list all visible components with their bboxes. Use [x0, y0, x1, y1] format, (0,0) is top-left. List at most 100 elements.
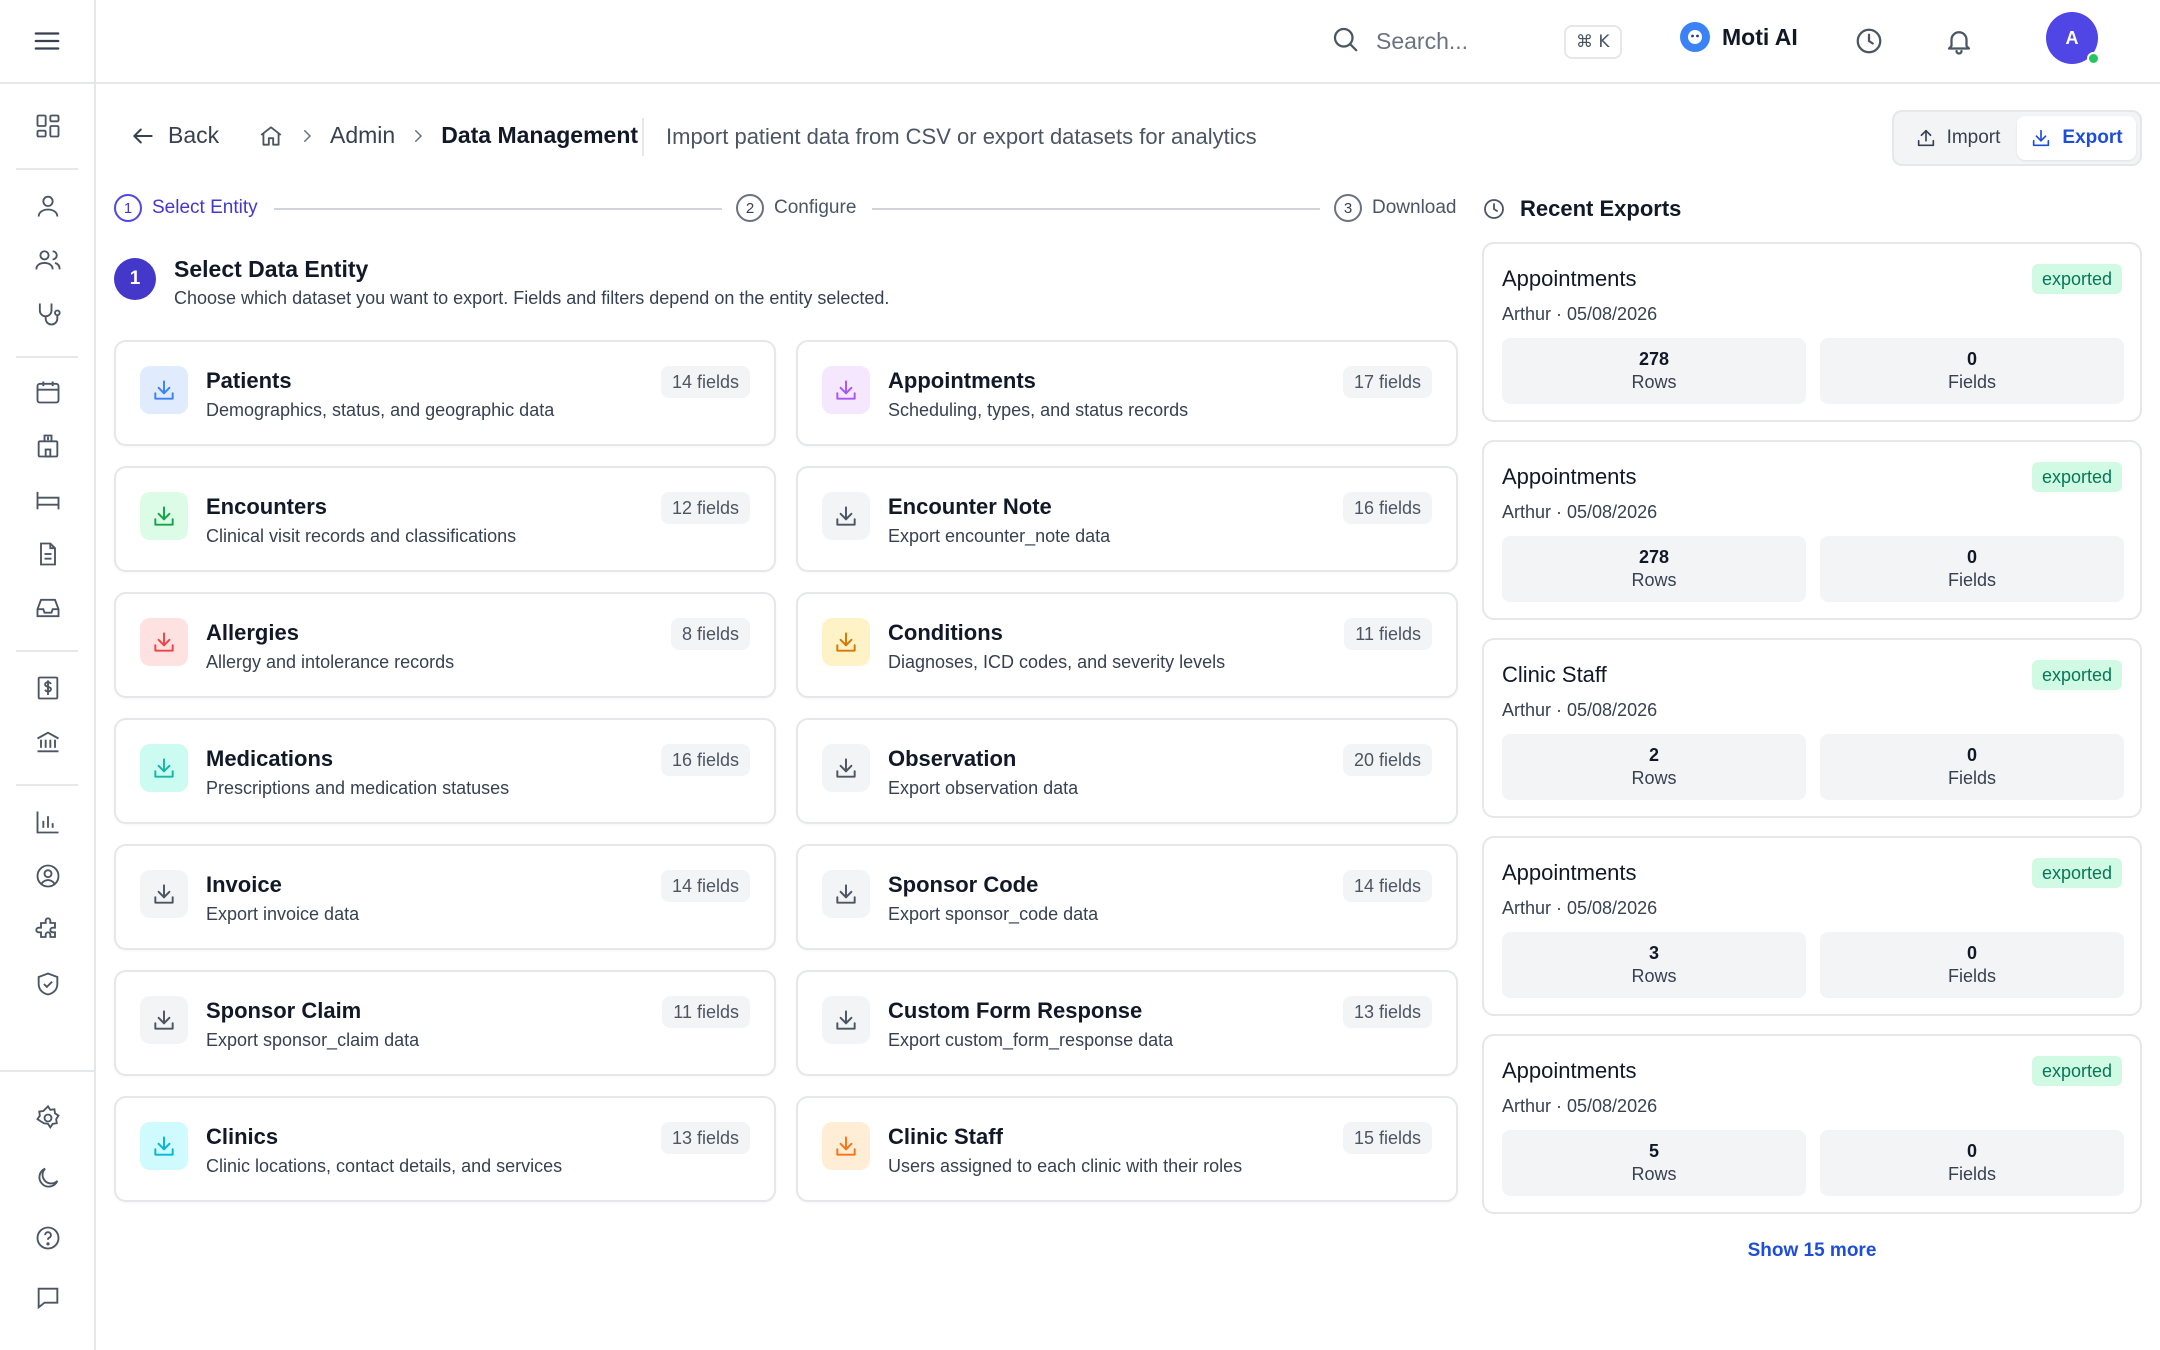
step-download[interactable]: 3 Download [1334, 194, 1457, 222]
recent-export-card[interactable]: Appointments exported Arthur · 05/08/2026 2… [1482, 242, 2142, 422]
assistant-label: Moti AI [1722, 23, 1798, 50]
menu-icon[interactable] [32, 26, 62, 56]
field-count-badge: 11 fields [662, 996, 750, 1028]
entity-description: Allergy and intolerance records [206, 652, 455, 672]
bell-icon[interactable] [1944, 26, 1974, 56]
billing-icon[interactable] [28, 668, 68, 708]
inbox-icon[interactable] [28, 588, 68, 628]
shield-icon[interactable] [28, 964, 68, 1004]
entity-title: Observation [888, 746, 1017, 771]
entity-title: Clinic Staff [888, 1124, 1003, 1149]
chat-icon[interactable] [28, 1278, 68, 1318]
search-input[interactable]: Search... [1376, 28, 1468, 55]
download-icon [140, 870, 188, 918]
entity-description: Export sponsor_code data [888, 904, 1099, 924]
rows-value: 2 [1648, 745, 1659, 765]
entity-card[interactable]: Encounters Clinical visit records and cla… [114, 466, 776, 572]
entity-description: Diagnoses, ICD codes, and severity level… [888, 652, 1226, 672]
field-count-badge: 15 fields [1342, 1122, 1432, 1154]
fields-value: 0 [1966, 349, 1977, 369]
entity-card[interactable]: Custom Form Response Export custom_form_r… [796, 970, 1458, 1076]
profile-icon[interactable] [28, 856, 68, 896]
history-icon[interactable] [1854, 26, 1884, 56]
field-count-badge: 20 fields [1342, 744, 1432, 776]
entity-card[interactable]: Allergies Allergy and intolerance records… [114, 592, 776, 698]
entity-description: Export sponsor_claim data [206, 1030, 420, 1050]
entity-card[interactable]: Clinic Staff Users assigned to each clini… [796, 1096, 1458, 1202]
entity-card[interactable]: Encounter Note Export encounter_note data… [796, 466, 1458, 572]
page-subtitle: Import patient data from CSV or export d… [666, 124, 1257, 149]
dashboard-icon[interactable] [28, 106, 68, 146]
entity-card[interactable]: Observation Export observation data 20 fie… [796, 718, 1458, 824]
hospital-icon[interactable] [28, 426, 68, 466]
help-icon[interactable] [28, 1218, 68, 1258]
entity-card[interactable]: Conditions Diagnoses, ICD codes, and seve… [796, 592, 1458, 698]
step-connector [274, 208, 722, 210]
bed-icon[interactable] [28, 480, 68, 520]
chart-icon[interactable] [28, 802, 68, 842]
arrow-left-icon [130, 123, 156, 149]
search-icon[interactable] [1330, 24, 1360, 54]
step-label: Select Entity [152, 197, 258, 218]
download-icon [2030, 127, 2052, 149]
bank-icon[interactable] [28, 722, 68, 762]
assistant-button[interactable]: Moti AI [1680, 22, 1798, 52]
entity-card[interactable]: Clinics Clinic locations, contact details… [114, 1096, 776, 1202]
recent-export-card[interactable]: Appointments exported Arthur · 05/08/2026 5… [1482, 1034, 2142, 1214]
recent-export-card[interactable]: Appointments exported Arthur · 05/08/2026 2… [1482, 440, 2142, 620]
fields-stat: 0 Fields [1820, 1130, 2124, 1196]
entity-title: Conditions [888, 620, 1003, 645]
entity-description: Export invoice data [206, 904, 360, 924]
entity-title: Custom Form Response [888, 998, 1143, 1023]
home-icon[interactable] [258, 123, 284, 149]
fields-label: Fields [1947, 570, 1996, 590]
sidebar-divider [0, 1070, 96, 1072]
entity-card[interactable]: Invoice Export invoice data 14 fields [114, 844, 776, 950]
rows-label: Rows [1631, 1164, 1677, 1184]
entity-title: Invoice [206, 872, 282, 897]
sidebar-divider [16, 650, 78, 652]
field-count-badge: 17 fields [1342, 366, 1432, 398]
entity-card[interactable]: Medications Prescriptions and medication … [114, 718, 776, 824]
section-number-badge: 1 [114, 258, 156, 300]
import-label: Import [1946, 127, 2001, 148]
user-icon[interactable] [28, 186, 68, 226]
moon-icon[interactable] [28, 1158, 68, 1198]
field-count-badge: 13 fields [1342, 996, 1432, 1028]
chevron-right-icon [409, 127, 427, 145]
entity-card[interactable]: Sponsor Claim Export sponsor_claim data 11… [114, 970, 776, 1076]
export-meta: Arthur · 05/08/2026 [1502, 898, 1658, 918]
breadcrumb-admin[interactable]: Admin [330, 122, 395, 149]
import-button[interactable]: Import [1898, 116, 2017, 160]
entity-title: Sponsor Claim [206, 998, 362, 1023]
stethoscope-icon[interactable] [28, 294, 68, 334]
export-meta: Arthur · 05/08/2026 [1502, 304, 1658, 324]
recent-export-card[interactable]: Clinic Staff exported Arthur · 05/08/2026 2… [1482, 638, 2142, 818]
entity-card[interactable]: Patients Demographics, status, and geogra… [114, 340, 776, 446]
entity-card[interactable]: Appointments Scheduling, types, and statu… [796, 340, 1458, 446]
sidebar-header [0, 0, 94, 84]
step-label: Configure [774, 197, 857, 218]
fields-value: 0 [1966, 547, 1977, 567]
show-more-link[interactable]: Show 15 more [1482, 1240, 2142, 1262]
entity-title: Encounter Note [888, 494, 1052, 519]
recent-exports-list: Appointments exported Arthur · 05/08/2026 2… [1482, 242, 2142, 1232]
download-icon [822, 870, 870, 918]
export-meta: Arthur · 05/08/2026 [1502, 700, 1658, 720]
clock-icon [1482, 197, 1506, 221]
settings-icon[interactable] [28, 1098, 68, 1138]
document-icon[interactable] [28, 534, 68, 574]
recent-export-card[interactable]: Appointments exported Arthur · 05/08/2026 3… [1482, 836, 2142, 1016]
puzzle-icon[interactable] [28, 910, 68, 950]
step-configure[interactable]: 2 Configure [736, 194, 856, 222]
download-icon [140, 618, 188, 666]
users-icon[interactable] [28, 240, 68, 280]
back-button[interactable]: Back [130, 122, 219, 149]
entity-card[interactable]: Sponsor Code Export sponsor_code data 14 f… [796, 844, 1458, 950]
shortcut-badge: ⌘ K [1564, 25, 1622, 59]
export-button[interactable]: Export [2017, 116, 2136, 160]
calendar-icon[interactable] [28, 372, 68, 412]
export-entity-title: Appointments [1502, 860, 1637, 885]
entity-title: Appointments [888, 368, 1036, 393]
step-select-entity[interactable]: 1 Select Entity [114, 194, 258, 222]
